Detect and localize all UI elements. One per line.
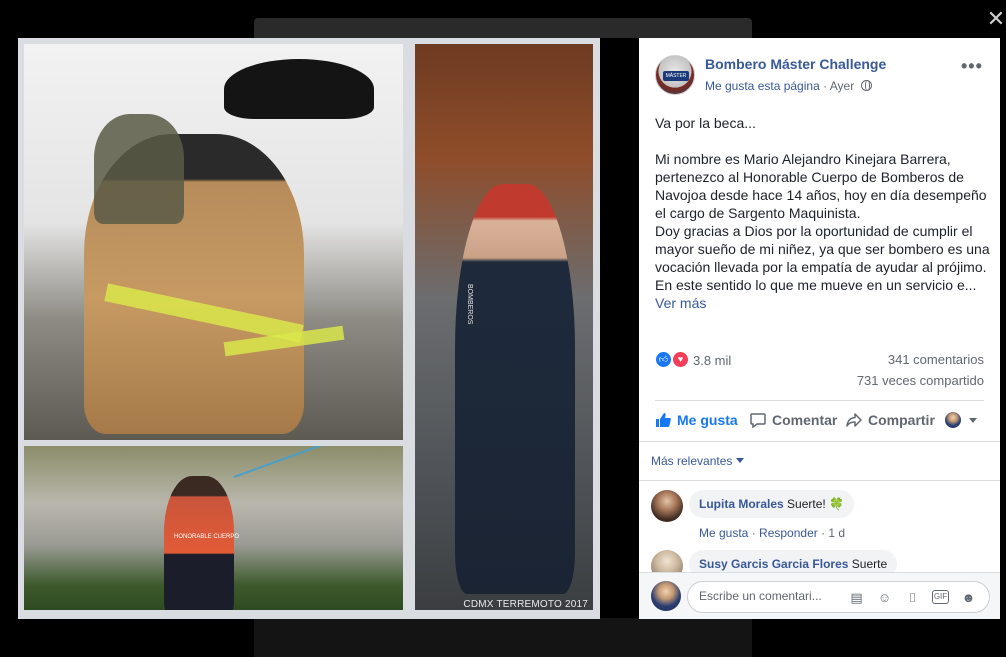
post-side-panel: MÁSTER Bombero Máster Challenge Me gusta…: [639, 38, 1000, 619]
comment-bubble: Susy Garcis Garcia Flores Suerte: [689, 550, 898, 572]
comment-icon: [750, 413, 766, 428]
globe-icon: [860, 80, 872, 91]
divider: [639, 480, 1000, 481]
reaction-count[interactable]: 3.8 mil: [693, 353, 731, 368]
photo-watermark: CDMX TERREMOTO 2017: [463, 599, 588, 610]
reaction-icons[interactable]: 👍︎ ♥: [655, 351, 691, 369]
like-page-link[interactable]: Me gusta esta página: [705, 79, 820, 93]
like-button[interactable]: Me gusta: [655, 412, 738, 428]
post-body: Va por la beca... Mi nombre es Mario Ale…: [655, 114, 991, 312]
post-header: MÁSTER Bombero Máster Challenge Me gusta…: [639, 38, 1000, 106]
shirt-text: HONORABLE CUERPO: [174, 534, 240, 540]
vest-text: BOMBEROS: [466, 284, 473, 325]
background-page-strip: [254, 18, 752, 38]
comment-author[interactable]: Lupita Morales: [699, 497, 784, 511]
sticker-tray-icon[interactable]: ▤: [848, 589, 865, 606]
comment-text: Suerte: [851, 557, 888, 571]
comment-like-link[interactable]: Me gusta: [699, 526, 748, 540]
clover-icon: 🍀: [829, 497, 845, 511]
share-icon: [846, 413, 862, 427]
comment-author[interactable]: Susy Garcis Garcia Flores: [699, 557, 848, 571]
caret-down-icon: [736, 458, 745, 463]
post-meta: Me gusta esta página · Ayer: [705, 79, 872, 93]
comment-item: Susy Garcis Garcia Flores Suerte: [651, 550, 991, 572]
photo-panel-firefighter-running: [24, 44, 403, 440]
share-label: Compartir: [868, 412, 935, 428]
post-photo[interactable]: BOMBEROS HONORABLE CUERPO CDMX TERREMOTO…: [18, 38, 600, 619]
comment-links: Me gusta · Responder · 1 d: [699, 526, 846, 540]
thumbs-up-icon: [656, 413, 671, 427]
photo-viewer: ✕ BOMBEROS HONORABLE CUERPO CDMX TERREMO…: [0, 0, 1006, 657]
page-avatar[interactable]: MÁSTER: [655, 55, 695, 95]
current-user-avatar[interactable]: [651, 581, 681, 611]
comment-box: ▤ ☺ ⌷ GIF ☻: [687, 581, 990, 613]
chevron-down-icon: [968, 418, 977, 423]
post-body-text: Va por la beca... Mi nombre es Mario Ale…: [655, 115, 990, 293]
meta-separator: ·: [823, 79, 828, 93]
camera-icon[interactable]: ⌷: [904, 589, 921, 606]
see-more-link[interactable]: Ver más: [655, 295, 706, 311]
divider: [655, 400, 984, 401]
photo-panel-rescuer: BOMBEROS: [415, 44, 593, 610]
comment-input[interactable]: [699, 589, 849, 603]
love-reaction-icon: ♥: [672, 351, 689, 368]
comment-text: Suerte!: [787, 497, 826, 511]
comment-sort[interactable]: Más relevantes: [651, 454, 745, 468]
photo-panel-river-rescue: HONORABLE CUERPO: [24, 446, 403, 610]
comment-time[interactable]: 1 d: [828, 526, 845, 540]
post-time[interactable]: Ayer: [830, 79, 854, 93]
gif-icon[interactable]: GIF: [932, 590, 949, 604]
shares-count[interactable]: 731 veces compartido: [857, 373, 984, 388]
post-stats: 👍︎ ♥ 3.8 mil 341 comentarios: [655, 350, 984, 370]
commenter-avatar[interactable]: [651, 490, 683, 522]
comment-bubble: Lupita Morales Suerte! 🍀: [689, 490, 855, 518]
close-icon[interactable]: ✕: [986, 8, 1006, 30]
share-button[interactable]: Compartir: [846, 412, 935, 428]
like-label: Me gusta: [677, 412, 738, 428]
sticker-icon[interactable]: ☻: [960, 589, 977, 606]
audience-selector[interactable]: [945, 412, 977, 428]
comment-composer: ▤ ☺ ⌷ GIF ☻: [639, 572, 1000, 619]
more-options-icon[interactable]: •••: [961, 56, 983, 77]
divider: [639, 441, 1000, 442]
page-name[interactable]: Bombero Máster Challenge: [705, 56, 886, 72]
comments-count[interactable]: 341 comentarios: [888, 352, 984, 367]
comment-label: Comentar: [772, 412, 838, 428]
sort-label: Más relevantes: [651, 454, 733, 468]
comment-reply-link[interactable]: Responder: [759, 526, 818, 540]
commenter-avatar[interactable]: [651, 550, 683, 572]
comment-button[interactable]: Comentar: [750, 412, 837, 428]
emoji-icon[interactable]: ☺: [876, 589, 893, 606]
post-actions: Me gusta Comentar Compartir: [639, 403, 1000, 439]
like-reaction-icon: 👍︎: [655, 351, 672, 368]
profile-avatar-small: [945, 412, 961, 428]
avatar-logo: MÁSTER: [663, 71, 689, 81]
background-page-bottom: [254, 618, 752, 657]
